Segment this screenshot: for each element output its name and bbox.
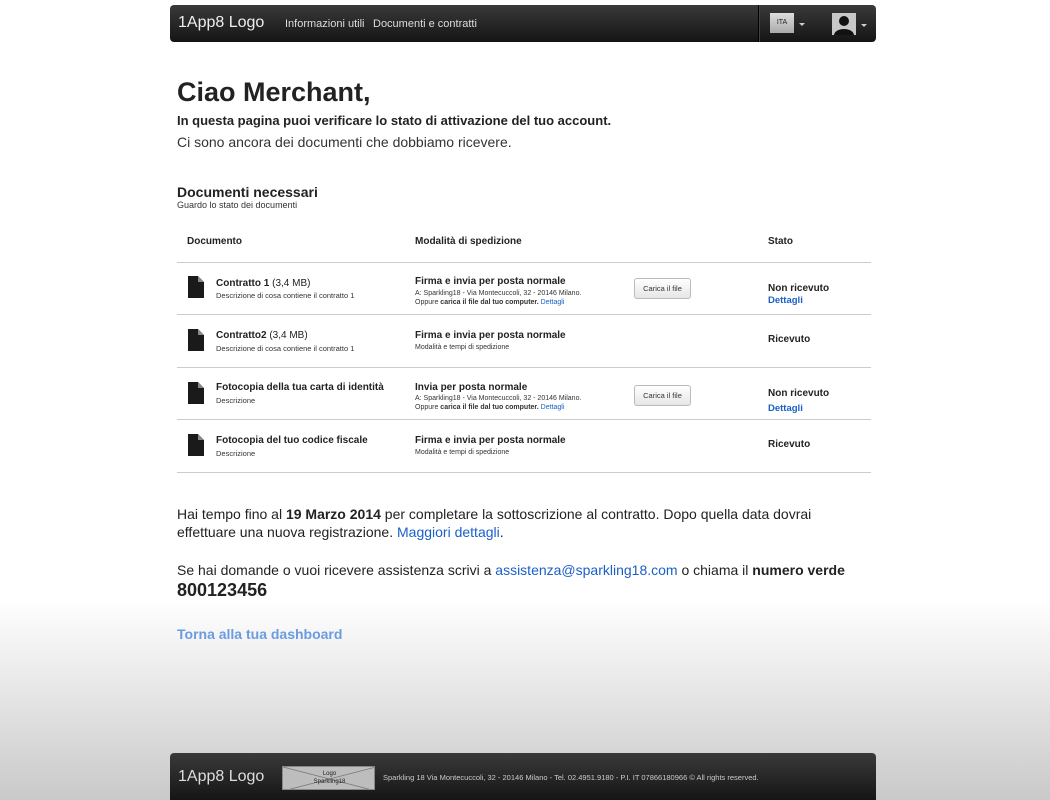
deadline-date: 19 Marzo 2014 — [285, 506, 381, 522]
user-menu-caret-icon[interactable] — [861, 24, 867, 27]
sparkling18-logo: Logo Sparkling18 — [282, 766, 375, 790]
status-badge: Non ricevuto — [768, 388, 830, 399]
table-row: Contratto2 (3,4 MB) Descrizione di cosa … — [177, 316, 871, 368]
navbar-divider — [758, 5, 759, 42]
language-caret-icon[interactable] — [799, 23, 805, 26]
document-name: Contratto 1 (3,4 MB) — [216, 278, 311, 289]
document-name: Fotocopia della tua carta di identità — [216, 382, 384, 393]
column-header-stato: Stato — [768, 236, 793, 247]
shipping-upload-hint: Oppure carica il file dal tuo computer. … — [415, 404, 565, 411]
table-row: Fotocopia della tua carta di identità De… — [177, 368, 871, 420]
shipping-upload-hint: Oppure carica il file dal tuo computer. … — [415, 299, 565, 306]
support-paragraph: Se hai domande o vuoi ricevere assistenz… — [177, 562, 845, 600]
document-description: Descrizione di cosa contiene il contratt… — [216, 344, 355, 353]
upload-file-button[interactable]: Carica il file — [634, 385, 691, 406]
shipping-title: Invia per posta normale — [415, 382, 528, 393]
shipping-address: A: Sparkling18 - Via Montecuccoli, 32 - … — [415, 395, 582, 402]
document-name: Fotocopia del tuo codice fiscale — [216, 435, 368, 446]
shipping-title: Firma e invia per posta normale — [415, 435, 566, 446]
document-icon — [188, 276, 204, 298]
back-to-dashboard-link[interactable]: Torna alla tua dashboard — [177, 626, 342, 642]
document-icon — [188, 329, 204, 351]
shipping-title: Firma e invia per posta normale — [415, 276, 566, 287]
status-badge: Ricevuto — [768, 439, 811, 450]
footer-brand-logo[interactable]: 1App8 Logo — [178, 768, 264, 786]
shipping-details-link[interactable]: Dettagli — [539, 404, 565, 411]
status-badge: Non ricevuto — [768, 283, 830, 294]
footer: 1App8 Logo Logo Sparkling18 Sparkling 18… — [170, 753, 876, 800]
shipping-details-link[interactable]: Dettagli — [539, 299, 565, 306]
more-details-link[interactable]: Maggiori dettagli — [397, 524, 500, 540]
shipping-info: Modalità e tempi di spedizione — [415, 449, 510, 456]
document-description: Descrizione — [216, 396, 256, 405]
status-details-link[interactable]: Dettagli — [768, 295, 803, 306]
nav-informazioni-utili[interactable]: Informazioni utili — [285, 18, 364, 30]
support-email-link[interactable]: assistenza@sparkling18.com — [495, 562, 677, 578]
status-details-link[interactable]: Dettagli — [768, 403, 803, 414]
table-row: Contratto 1 (3,4 MB) Descrizione di cosa… — [177, 263, 871, 315]
intro-strong: In questa pagina puoi verificare lo stat… — [177, 113, 612, 128]
nav-documenti-contratti[interactable]: Documenti e contratti — [373, 18, 477, 30]
logo-line-1: Logo — [322, 771, 337, 777]
document-name: Contratto2 (3,4 MB) — [216, 330, 308, 341]
shipping-address: A: Sparkling18 - Via Montecuccoli, 32 - … — [415, 290, 582, 297]
status-badge: Ricevuto — [768, 334, 811, 345]
shipping-info: Modalità e tempi di spedizione — [415, 344, 510, 351]
document-icon — [188, 434, 204, 456]
shipping-title: Firma e invia per posta normale — [415, 330, 566, 341]
table-row: Fotocopia del tuo codice fiscale Descriz… — [177, 421, 871, 473]
language-flag-icon[interactable]: ITA — [770, 13, 794, 33]
document-description: Descrizione di cosa contiene il contratt… — [216, 291, 355, 300]
column-header-spedizione: Modalità di spedizione — [415, 236, 522, 247]
page-title: Ciao Merchant, — [177, 77, 371, 107]
section-title: Documenti necessari — [177, 184, 318, 200]
brand-logo[interactable]: 1App8 Logo — [178, 14, 264, 32]
document-icon — [188, 382, 204, 404]
toll-free-number: 800123456 — [177, 580, 268, 600]
document-description: Descrizione — [216, 449, 256, 458]
top-navbar: 1App8 Logo Informazioni utili Documenti … — [170, 5, 876, 42]
toll-free-label: numero verde — [752, 562, 845, 578]
intro-text: Ci sono ancora dei documenti che dobbiam… — [177, 134, 512, 150]
user-avatar[interactable] — [832, 13, 856, 35]
logo-line-2: Sparkling18 — [313, 779, 346, 785]
column-header-documento: Documento — [187, 236, 242, 247]
section-subtitle: Guardo lo stato dei documenti — [177, 200, 298, 210]
footer-legal-text: Sparkling 18 Via Montecuccoli, 32 - 2014… — [383, 773, 759, 782]
deadline-paragraph: Hai tempo fino al 19 Marzo 2014 per comp… — [177, 506, 812, 540]
upload-file-button[interactable]: Carica il file — [634, 278, 691, 299]
